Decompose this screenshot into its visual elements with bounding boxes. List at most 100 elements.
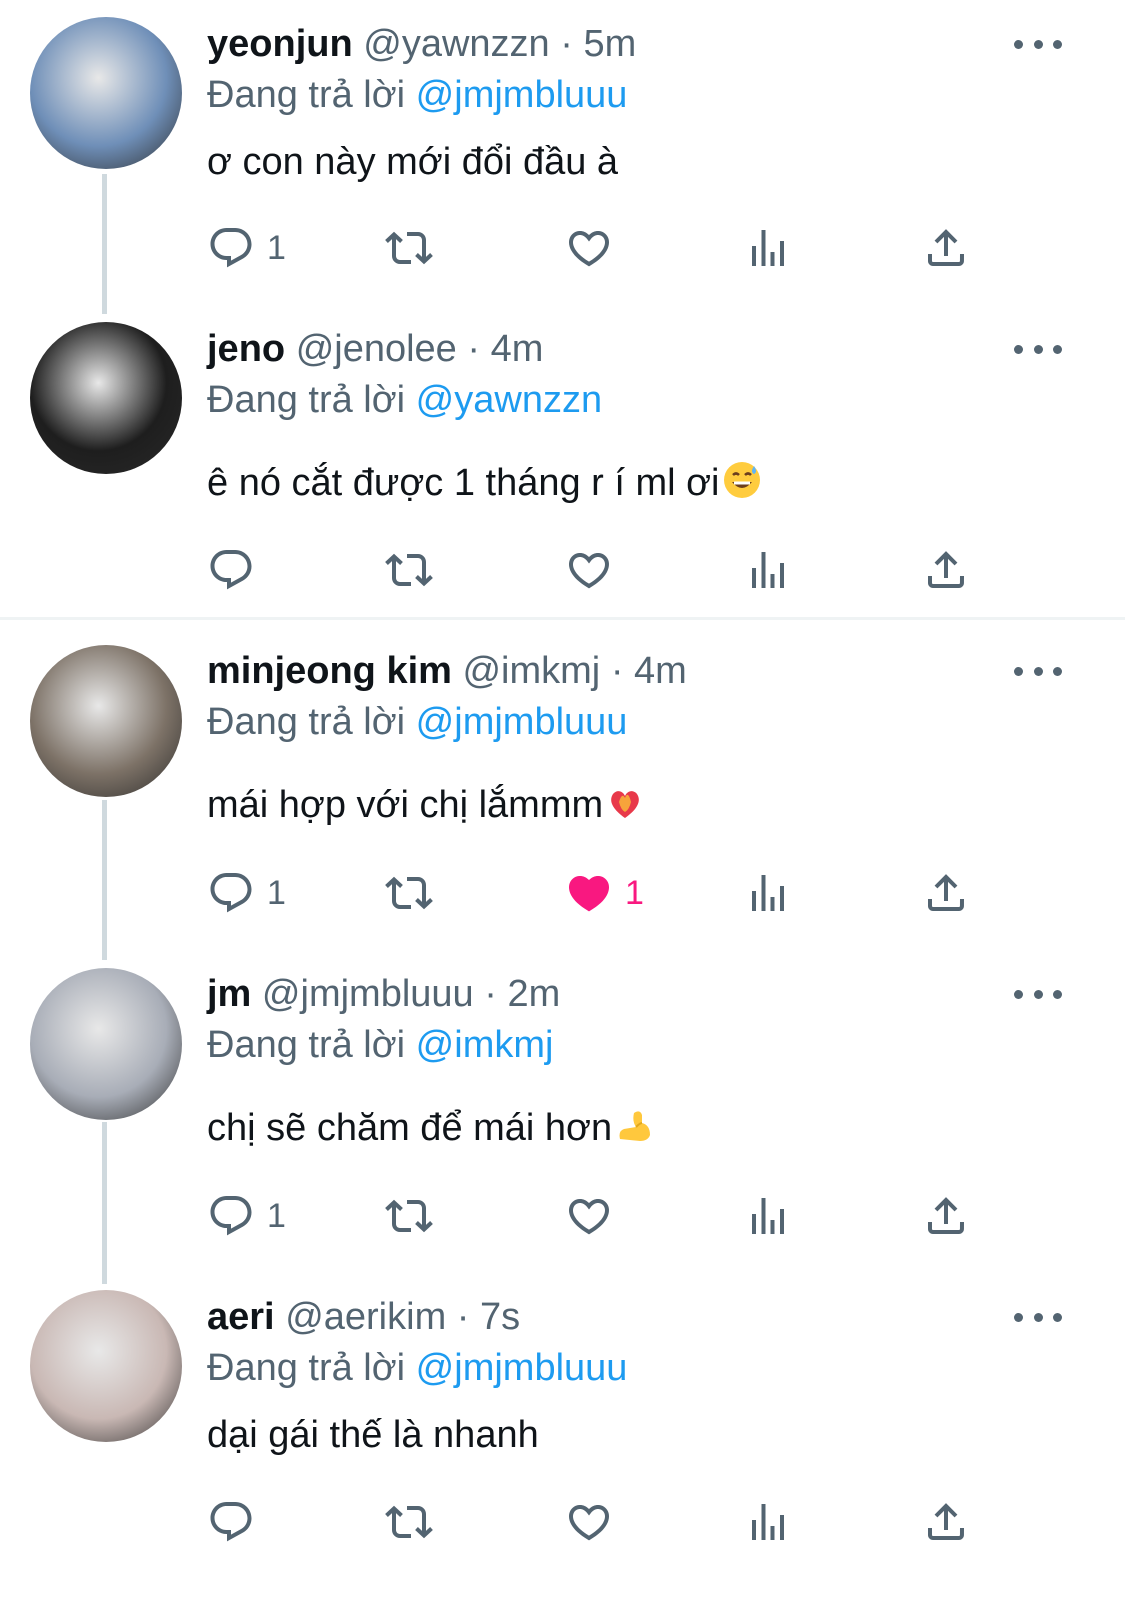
share-button[interactable] [922, 1492, 970, 1552]
display-name[interactable]: yeonjun [207, 23, 353, 65]
tweet-body: dại gái thế là nhanh [207, 1414, 539, 1456]
views-button[interactable] [744, 218, 792, 278]
avatar[interactable] [30, 17, 182, 169]
user-handle[interactable]: @jenolee [296, 328, 457, 370]
like-icon [565, 1498, 613, 1546]
flexed-biceps-emoji [614, 1105, 654, 1155]
reply-button[interactable] [207, 540, 267, 600]
tweet-actions [0, 540, 1125, 600]
separator-dot: · [610, 650, 624, 692]
reply-prefix: Đang trả lời [207, 379, 406, 421]
reply-count: 1 [267, 228, 286, 267]
retweet-icon [385, 1192, 433, 1240]
reply-prefix: Đang trả lời [207, 701, 406, 743]
share-button[interactable] [922, 1186, 970, 1246]
tweet-text: ơ con này mới đổi đầu à [207, 140, 618, 184]
user-handle[interactable]: @imkmj [462, 650, 600, 692]
share-button[interactable] [922, 218, 970, 278]
like-button[interactable] [565, 540, 625, 600]
reply-button[interactable]: 1 [207, 863, 286, 923]
tweet-text: mái hợp với chị lắmmm [207, 782, 645, 832]
like-icon [565, 224, 613, 272]
tweet-header: minjeong kim @imkmj · 4m [207, 649, 687, 693]
like-button[interactable] [565, 1186, 625, 1246]
retweet-button[interactable] [385, 1186, 433, 1246]
reply-mention-link[interactable]: @jmjmbluuu [416, 1347, 628, 1389]
reply-button[interactable] [207, 1492, 267, 1552]
avatar[interactable] [30, 1290, 182, 1442]
reply-button[interactable]: 1 [207, 1186, 286, 1246]
heart-on-fire-emoji [605, 782, 645, 832]
display-name[interactable]: aeri [207, 1296, 275, 1338]
more-options-icon[interactable] [1014, 1307, 1062, 1327]
retweet-icon [385, 1498, 433, 1546]
reply-mention-link[interactable]: @yawnzzn [416, 379, 602, 421]
display-name[interactable]: jeno [207, 328, 285, 370]
views-button[interactable] [744, 1186, 792, 1246]
like-button[interactable]: 1 [565, 863, 644, 923]
reply-prefix: Đang trả lời [207, 1347, 406, 1389]
reply-mention-link[interactable]: @jmjmbluuu [416, 701, 628, 743]
views-button[interactable] [744, 1492, 792, 1552]
tweet-actions: 1 [0, 1186, 1125, 1246]
user-handle[interactable]: @aerikim [285, 1296, 446, 1338]
tweet-actions: 1 [0, 218, 1125, 278]
reply-mention-link[interactable]: @imkmj [416, 1024, 554, 1066]
reply-button[interactable]: 1 [207, 218, 286, 278]
separator-dot: · [467, 328, 481, 370]
timestamp[interactable]: 7s [480, 1296, 520, 1338]
retweet-button[interactable] [385, 1492, 433, 1552]
reply-count: 1 [267, 1196, 286, 1235]
tweet-body: mái hợp với chị lắmmm [207, 784, 604, 827]
share-icon [922, 546, 970, 594]
user-handle[interactable]: @jmjmbluuu [262, 973, 474, 1015]
reply-icon [207, 224, 255, 272]
more-options-icon[interactable] [1014, 661, 1062, 681]
reply-icon [207, 869, 255, 917]
reply-mention-link[interactable]: @jmjmbluuu [416, 74, 628, 116]
tweet-header: jm @jmjmbluuu · 2m [207, 972, 560, 1016]
separator-dot: · [484, 973, 497, 1015]
retweet-button[interactable] [385, 863, 433, 923]
tweet-actions: 11 [0, 863, 1125, 923]
share-icon [922, 1192, 970, 1240]
separator-dot: · [456, 1296, 470, 1338]
retweet-button[interactable] [385, 540, 433, 600]
tweet-header: aeri @aerikim · 7s [207, 1295, 520, 1339]
views-icon [744, 1192, 792, 1240]
timestamp[interactable]: 4m [634, 650, 687, 692]
retweet-button[interactable] [385, 218, 433, 278]
share-button[interactable] [922, 863, 970, 923]
more-options-icon[interactable] [1014, 339, 1062, 359]
reply-context: Đang trả lời @jmjmbluuu [207, 1346, 627, 1390]
reply-prefix: Đang trả lời [207, 1024, 406, 1066]
share-icon [922, 869, 970, 917]
avatar[interactable] [30, 322, 182, 474]
retweet-icon [385, 546, 433, 594]
share-button[interactable] [922, 540, 970, 600]
views-button[interactable] [744, 540, 792, 600]
retweet-icon [385, 869, 433, 917]
timestamp[interactable]: 4m [491, 328, 544, 370]
share-icon [922, 1498, 970, 1546]
like-button[interactable] [565, 218, 625, 278]
timestamp[interactable]: 5m [583, 23, 636, 65]
avatar[interactable] [30, 968, 182, 1120]
tweet-text: ê nó cắt được 1 tháng r í ml ơi [207, 460, 762, 510]
display-name[interactable]: minjeong kim [207, 650, 452, 692]
timestamp[interactable]: 2m [507, 973, 560, 1015]
user-handle[interactable]: @yawnzzn [363, 23, 549, 65]
more-options-icon[interactable] [1014, 984, 1062, 1004]
tweet-header: yeonjun @yawnzzn · 5m [207, 22, 636, 66]
views-button[interactable] [744, 863, 792, 923]
reply-icon [207, 1192, 255, 1240]
views-icon [744, 546, 792, 594]
tweet-body: ơ con này mới đổi đầu à [207, 141, 619, 183]
reply-icon [207, 1498, 255, 1546]
like-icon [565, 1192, 613, 1240]
avatar[interactable] [30, 645, 182, 797]
display-name[interactable]: jm [207, 973, 251, 1015]
more-options-icon[interactable] [1014, 34, 1062, 54]
like-button[interactable] [565, 1492, 625, 1552]
views-icon [744, 869, 792, 917]
